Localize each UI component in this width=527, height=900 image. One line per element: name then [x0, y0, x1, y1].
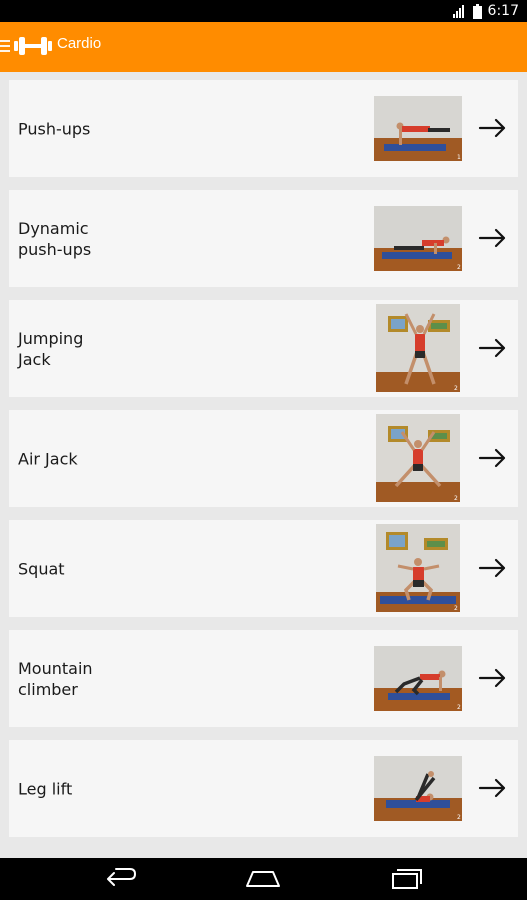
exercise-item-push-ups[interactable]: Push-ups 1: [9, 80, 518, 177]
exercise-thumbnail: 1: [374, 96, 462, 161]
arrow-right-icon[interactable]: [478, 557, 508, 579]
exercise-label: Air Jack: [18, 449, 78, 468]
page-title: Cardio: [57, 35, 102, 52]
thumbnail-badge: 2: [457, 814, 461, 821]
exercise-thumbnail: 2: [376, 524, 460, 612]
signal-icon: [452, 5, 464, 18]
exercise-label: Dynamic push-ups: [18, 218, 92, 259]
exercise-thumbnail: 2: [374, 646, 462, 711]
exercise-item-squat[interactable]: Squat 2: [9, 520, 518, 617]
action-bar: Cardio: [0, 22, 527, 72]
exercise-label: Leg lift: [18, 779, 73, 798]
exercise-label: Squat: [18, 559, 65, 578]
exercise-item-dynamic-push-ups[interactable]: Dynamic push-ups 2: [9, 190, 518, 287]
exercise-label: Jumping Jack: [18, 328, 84, 369]
status-icons: 6:17: [452, 3, 519, 19]
back-icon[interactable]: [104, 866, 138, 892]
arrow-right-icon[interactable]: [478, 777, 508, 799]
exercise-list: Push-ups 1 Dynamic push-ups 2 Jumping Ja…: [0, 72, 527, 858]
status-bar: 6:17: [0, 0, 527, 22]
drawer-menu-icon[interactable]: [0, 40, 10, 54]
exercise-item-air-jack[interactable]: Air Jack 2: [9, 410, 518, 507]
exercise-thumbnail: 2: [376, 414, 460, 502]
thumbnail-badge: 2: [454, 385, 458, 392]
exercise-thumbnail: 2: [374, 206, 462, 271]
exercise-item-leg-lift[interactable]: Leg lift 2: [9, 740, 518, 837]
arrow-right-icon[interactable]: [478, 337, 508, 359]
battery-icon: [472, 3, 482, 19]
navigation-bar: [0, 858, 527, 900]
exercise-item-jumping-jack[interactable]: Jumping Jack 2: [9, 300, 518, 397]
thumbnail-badge: 2: [457, 264, 461, 271]
recents-icon[interactable]: [389, 866, 423, 892]
status-time: 6:17: [487, 3, 519, 19]
arrow-right-icon[interactable]: [478, 447, 508, 469]
thumbnail-badge: 2: [454, 605, 458, 612]
arrow-right-icon[interactable]: [478, 667, 508, 689]
exercise-thumbnail: 2: [374, 756, 462, 821]
dumbbell-icon[interactable]: [14, 35, 52, 57]
exercise-item-mountain-climber[interactable]: Mountain climber 2: [9, 630, 518, 727]
thumbnail-badge: 2: [454, 495, 458, 502]
exercise-label: Push-ups: [18, 119, 91, 138]
home-icon[interactable]: [245, 866, 281, 892]
arrow-right-icon[interactable]: [478, 117, 508, 139]
thumbnail-badge: 1: [457, 154, 461, 161]
exercise-label: Mountain climber: [18, 658, 93, 699]
arrow-right-icon[interactable]: [478, 227, 508, 249]
exercise-thumbnail: 2: [376, 304, 460, 392]
thumbnail-badge: 2: [457, 704, 461, 711]
